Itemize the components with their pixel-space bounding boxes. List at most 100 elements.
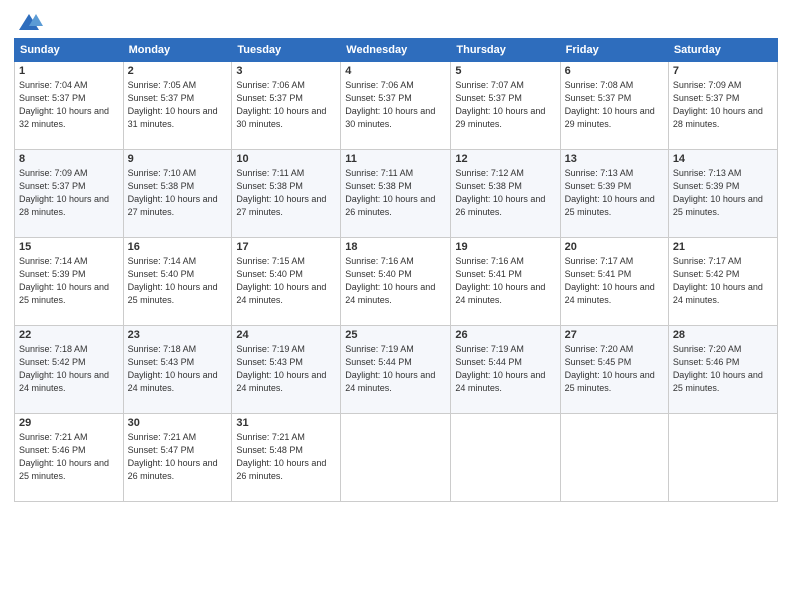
calendar-header-tuesday: Tuesday	[232, 39, 341, 62]
calendar-cell: 15 Sunrise: 7:14 AMSunset: 5:39 PMDaylig…	[15, 238, 124, 326]
day-number: 7	[673, 65, 773, 77]
calendar-cell: 24 Sunrise: 7:19 AMSunset: 5:43 PMDaylig…	[232, 326, 341, 414]
day-info: Sunrise: 7:17 AMSunset: 5:41 PMDaylight:…	[565, 256, 655, 305]
day-number: 28	[673, 329, 773, 341]
page-container: SundayMondayTuesdayWednesdayThursdayFrid…	[0, 0, 792, 510]
calendar-cell: 20 Sunrise: 7:17 AMSunset: 5:41 PMDaylig…	[560, 238, 668, 326]
logo	[14, 14, 44, 32]
calendar-week-2: 8 Sunrise: 7:09 AMSunset: 5:37 PMDayligh…	[15, 150, 778, 238]
calendar-header-sunday: Sunday	[15, 39, 124, 62]
day-info: Sunrise: 7:06 AMSunset: 5:37 PMDaylight:…	[345, 80, 435, 129]
calendar-cell: 8 Sunrise: 7:09 AMSunset: 5:37 PMDayligh…	[15, 150, 124, 238]
calendar-header-saturday: Saturday	[668, 39, 777, 62]
day-info: Sunrise: 7:14 AMSunset: 5:40 PMDaylight:…	[128, 256, 218, 305]
day-number: 14	[673, 153, 773, 165]
calendar-cell: 5 Sunrise: 7:07 AMSunset: 5:37 PMDayligh…	[451, 62, 560, 150]
day-number: 27	[565, 329, 664, 341]
day-info: Sunrise: 7:18 AMSunset: 5:43 PMDaylight:…	[128, 344, 218, 393]
calendar-cell: 31 Sunrise: 7:21 AMSunset: 5:48 PMDaylig…	[232, 414, 341, 502]
day-info: Sunrise: 7:19 AMSunset: 5:44 PMDaylight:…	[455, 344, 545, 393]
calendar-cell: 23 Sunrise: 7:18 AMSunset: 5:43 PMDaylig…	[123, 326, 232, 414]
day-info: Sunrise: 7:06 AMSunset: 5:37 PMDaylight:…	[236, 80, 326, 129]
header	[14, 10, 778, 32]
calendar-cell: 14 Sunrise: 7:13 AMSunset: 5:39 PMDaylig…	[668, 150, 777, 238]
day-number: 2	[128, 65, 228, 77]
day-number: 11	[345, 153, 446, 165]
calendar-cell: 30 Sunrise: 7:21 AMSunset: 5:47 PMDaylig…	[123, 414, 232, 502]
day-info: Sunrise: 7:19 AMSunset: 5:44 PMDaylight:…	[345, 344, 435, 393]
day-info: Sunrise: 7:05 AMSunset: 5:37 PMDaylight:…	[128, 80, 218, 129]
day-info: Sunrise: 7:12 AMSunset: 5:38 PMDaylight:…	[455, 168, 545, 217]
day-info: Sunrise: 7:13 AMSunset: 5:39 PMDaylight:…	[565, 168, 655, 217]
day-info: Sunrise: 7:09 AMSunset: 5:37 PMDaylight:…	[673, 80, 763, 129]
calendar-cell: 18 Sunrise: 7:16 AMSunset: 5:40 PMDaylig…	[341, 238, 451, 326]
calendar-table: SundayMondayTuesdayWednesdayThursdayFrid…	[14, 38, 778, 502]
day-number: 21	[673, 241, 773, 253]
day-info: Sunrise: 7:07 AMSunset: 5:37 PMDaylight:…	[455, 80, 545, 129]
day-number: 22	[19, 329, 119, 341]
calendar-cell: 10 Sunrise: 7:11 AMSunset: 5:38 PMDaylig…	[232, 150, 341, 238]
day-number: 19	[455, 241, 555, 253]
calendar-cell: 2 Sunrise: 7:05 AMSunset: 5:37 PMDayligh…	[123, 62, 232, 150]
day-number: 23	[128, 329, 228, 341]
calendar-cell: 27 Sunrise: 7:20 AMSunset: 5:45 PMDaylig…	[560, 326, 668, 414]
day-info: Sunrise: 7:19 AMSunset: 5:43 PMDaylight:…	[236, 344, 326, 393]
calendar-cell: 16 Sunrise: 7:14 AMSunset: 5:40 PMDaylig…	[123, 238, 232, 326]
calendar-cell: 7 Sunrise: 7:09 AMSunset: 5:37 PMDayligh…	[668, 62, 777, 150]
day-info: Sunrise: 7:21 AMSunset: 5:47 PMDaylight:…	[128, 432, 218, 481]
day-number: 6	[565, 65, 664, 77]
calendar-header-thursday: Thursday	[451, 39, 560, 62]
calendar-cell	[668, 414, 777, 502]
calendar-cell: 17 Sunrise: 7:15 AMSunset: 5:40 PMDaylig…	[232, 238, 341, 326]
calendar-cell: 26 Sunrise: 7:19 AMSunset: 5:44 PMDaylig…	[451, 326, 560, 414]
day-number: 1	[19, 65, 119, 77]
day-info: Sunrise: 7:18 AMSunset: 5:42 PMDaylight:…	[19, 344, 109, 393]
day-number: 4	[345, 65, 446, 77]
day-number: 26	[455, 329, 555, 341]
day-info: Sunrise: 7:16 AMSunset: 5:41 PMDaylight:…	[455, 256, 545, 305]
day-number: 29	[19, 417, 119, 429]
calendar-cell: 19 Sunrise: 7:16 AMSunset: 5:41 PMDaylig…	[451, 238, 560, 326]
day-number: 15	[19, 241, 119, 253]
calendar-cell: 1 Sunrise: 7:04 AMSunset: 5:37 PMDayligh…	[15, 62, 124, 150]
day-number: 12	[455, 153, 555, 165]
day-info: Sunrise: 7:08 AMSunset: 5:37 PMDaylight:…	[565, 80, 655, 129]
day-info: Sunrise: 7:13 AMSunset: 5:39 PMDaylight:…	[673, 168, 763, 217]
calendar-cell	[560, 414, 668, 502]
calendar-cell: 21 Sunrise: 7:17 AMSunset: 5:42 PMDaylig…	[668, 238, 777, 326]
calendar-cell: 3 Sunrise: 7:06 AMSunset: 5:37 PMDayligh…	[232, 62, 341, 150]
calendar-cell: 12 Sunrise: 7:12 AMSunset: 5:38 PMDaylig…	[451, 150, 560, 238]
day-info: Sunrise: 7:14 AMSunset: 5:39 PMDaylight:…	[19, 256, 109, 305]
calendar-cell	[451, 414, 560, 502]
day-info: Sunrise: 7:15 AMSunset: 5:40 PMDaylight:…	[236, 256, 326, 305]
day-number: 13	[565, 153, 664, 165]
calendar-cell: 28 Sunrise: 7:20 AMSunset: 5:46 PMDaylig…	[668, 326, 777, 414]
calendar-week-3: 15 Sunrise: 7:14 AMSunset: 5:39 PMDaylig…	[15, 238, 778, 326]
calendar-cell: 4 Sunrise: 7:06 AMSunset: 5:37 PMDayligh…	[341, 62, 451, 150]
day-number: 18	[345, 241, 446, 253]
day-number: 10	[236, 153, 336, 165]
day-info: Sunrise: 7:11 AMSunset: 5:38 PMDaylight:…	[345, 168, 435, 217]
day-info: Sunrise: 7:11 AMSunset: 5:38 PMDaylight:…	[236, 168, 326, 217]
day-number: 5	[455, 65, 555, 77]
day-number: 31	[236, 417, 336, 429]
calendar-week-4: 22 Sunrise: 7:18 AMSunset: 5:42 PMDaylig…	[15, 326, 778, 414]
calendar-header-row: SundayMondayTuesdayWednesdayThursdayFrid…	[15, 39, 778, 62]
day-number: 20	[565, 241, 664, 253]
calendar-cell: 29 Sunrise: 7:21 AMSunset: 5:46 PMDaylig…	[15, 414, 124, 502]
day-info: Sunrise: 7:20 AMSunset: 5:45 PMDaylight:…	[565, 344, 655, 393]
day-info: Sunrise: 7:04 AMSunset: 5:37 PMDaylight:…	[19, 80, 109, 129]
calendar-header-wednesday: Wednesday	[341, 39, 451, 62]
calendar-cell: 13 Sunrise: 7:13 AMSunset: 5:39 PMDaylig…	[560, 150, 668, 238]
day-info: Sunrise: 7:09 AMSunset: 5:37 PMDaylight:…	[19, 168, 109, 217]
day-number: 24	[236, 329, 336, 341]
day-number: 8	[19, 153, 119, 165]
calendar-cell	[341, 414, 451, 502]
calendar-header-friday: Friday	[560, 39, 668, 62]
calendar-header-monday: Monday	[123, 39, 232, 62]
day-info: Sunrise: 7:21 AMSunset: 5:48 PMDaylight:…	[236, 432, 326, 481]
day-number: 3	[236, 65, 336, 77]
day-info: Sunrise: 7:16 AMSunset: 5:40 PMDaylight:…	[345, 256, 435, 305]
day-info: Sunrise: 7:10 AMSunset: 5:38 PMDaylight:…	[128, 168, 218, 217]
day-info: Sunrise: 7:21 AMSunset: 5:46 PMDaylight:…	[19, 432, 109, 481]
